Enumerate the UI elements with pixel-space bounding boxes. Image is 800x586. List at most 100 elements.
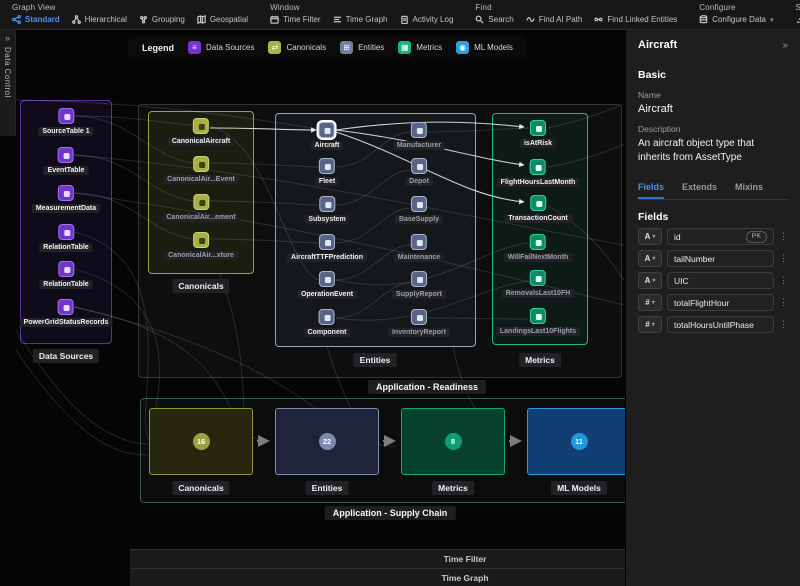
field-type-dropdown[interactable]: A ▾: [638, 228, 662, 245]
legend-item-metrics[interactable]: ▦ Metrics: [398, 41, 442, 54]
canonicals-group-label: Canonicals: [172, 279, 229, 293]
entities-icon: ⊞: [340, 41, 353, 54]
graph-node[interactable]: isAtRisk: [520, 120, 556, 148]
time-graph-button[interactable]: Time Graph: [333, 15, 388, 24]
description-value[interactable]: An aircraft object type that inherits fr…: [638, 137, 788, 164]
field-menu-icon[interactable]: ⋮: [779, 253, 788, 264]
field-name-input[interactable]: id PK: [667, 228, 774, 245]
graph-node[interactable]: WillFailNextMonth: [504, 234, 573, 262]
graph-node[interactable]: LandingsLast10Flights: [496, 308, 580, 336]
graph-node[interactable]: RelationTable: [39, 261, 92, 289]
field-name-input[interactable]: totalFlightHour: [667, 294, 774, 311]
chevron-down-icon: ▾: [652, 299, 655, 306]
toolbar-section-share: Share Export ▾: [792, 0, 800, 29]
entity-node-icon: [411, 158, 427, 174]
metrics-count-badge: 8: [445, 433, 462, 450]
search-button[interactable]: Search: [475, 15, 513, 24]
metric-node-icon: [530, 120, 546, 136]
metric-node-icon: [530, 195, 546, 211]
ml-models-icon: ◉: [456, 41, 469, 54]
field-menu-icon[interactable]: ⋮: [779, 275, 788, 286]
collapse-panel-icon[interactable]: »: [782, 40, 788, 51]
collapsed-ml-models-group[interactable]: 11: [527, 408, 631, 475]
canonicals-count-badge: 16: [193, 433, 210, 450]
standard-layout-icon: [12, 15, 21, 24]
field-menu-icon[interactable]: ⋮: [779, 319, 788, 330]
graph-node[interactable]: AircraftTTFPrediction: [287, 234, 367, 262]
graph-node[interactable]: Manufacturer: [393, 122, 445, 150]
grouping-layout-button[interactable]: Grouping: [139, 15, 185, 24]
graph-node[interactable]: SupplyReport: [392, 271, 446, 299]
graph-node[interactable]: CanonicalAircraft: [168, 118, 234, 146]
graph-node[interactable]: Maintenance: [394, 234, 444, 262]
geospatial-map-icon: [197, 15, 206, 24]
graph-node[interactable]: RemovalsLast10FH: [502, 270, 575, 298]
tab-extends[interactable]: Extends: [682, 178, 717, 199]
graph-node[interactable]: MeasurementData: [32, 185, 100, 213]
legend-item-ml-models[interactable]: ◉ ML Models: [456, 41, 513, 54]
graph-node[interactable]: SourceTable 1: [38, 108, 93, 136]
graph-view-app: Graph View Standard Hierarchical Groupin…: [0, 0, 800, 586]
data-control-tab[interactable]: » Data Control: [0, 30, 16, 136]
metric-node-icon: [530, 159, 546, 175]
data-source-node-icon: [58, 147, 74, 163]
field-menu-icon[interactable]: ⋮: [779, 231, 788, 242]
graph-node[interactable]: Component: [304, 309, 351, 337]
toolbar-section-window: Window Time Filter Time Graph Activity L…: [266, 0, 463, 29]
field-row: # ▾ totalHoursUntilPhase ⋮: [638, 316, 788, 333]
field-type-dropdown[interactable]: # ▾: [638, 294, 662, 311]
canonical-node-icon: [193, 194, 209, 210]
graph-node[interactable]: CanonicalAir...xture: [164, 232, 238, 260]
standard-layout-button[interactable]: Standard: [12, 15, 60, 24]
activity-log-button[interactable]: Activity Log: [400, 15, 454, 24]
graph-node[interactable]: PowerGridStatusRecords: [20, 299, 113, 327]
field-name-input[interactable]: tailNumber: [667, 250, 774, 267]
entity-node-icon: [319, 158, 335, 174]
linked-entities-icon: [594, 15, 603, 24]
field-type-dropdown[interactable]: A ▾: [638, 272, 662, 289]
tab-fields[interactable]: Fields: [638, 178, 664, 199]
find-ai-path-button[interactable]: Find AI Path: [526, 15, 583, 24]
geospatial-layout-button[interactable]: Geospatial: [197, 15, 248, 24]
graph-node[interactable]: Depot: [405, 158, 433, 186]
menu-title-find: Find: [475, 3, 677, 12]
graph-node[interactable]: Fleet: [315, 158, 339, 186]
canonicals-icon: ⇄: [268, 41, 281, 54]
graph-node[interactable]: BaseSupply: [395, 196, 443, 224]
field-type-dropdown[interactable]: # ▾: [638, 316, 662, 333]
field-type-dropdown[interactable]: A ▾: [638, 250, 662, 267]
legend-item-data-sources[interactable]: ≡ Data Sources: [188, 41, 254, 54]
graph-node[interactable]: CanonicalAir...Event: [163, 156, 239, 184]
graph-node[interactable]: InventoryReport: [388, 309, 450, 337]
legend-item-canonicals[interactable]: ⇄ Canonicals: [268, 41, 326, 54]
graph-node[interactable]: EventTable: [44, 147, 89, 175]
graph-node[interactable]: RelationTable: [39, 224, 92, 252]
export-button[interactable]: Export ▾: [796, 15, 800, 24]
entity-node-icon: [411, 234, 427, 250]
time-filter-button[interactable]: Time Filter: [270, 15, 320, 24]
graph-node-selected[interactable]: Aircraft: [311, 122, 344, 150]
legend-item-entities[interactable]: ⊞ Entities: [340, 41, 384, 54]
metrics-icon: ▦: [398, 41, 411, 54]
tab-mixins[interactable]: Mixins: [735, 178, 763, 199]
graph-node[interactable]: Subsystem: [304, 196, 349, 224]
field-name-input[interactable]: totalHoursUntilPhase: [667, 316, 774, 333]
collapsed-metrics-group[interactable]: 8: [401, 408, 505, 475]
data-sources-group-label: Data Sources: [33, 349, 99, 363]
collapsed-entities-group[interactable]: 22: [275, 408, 379, 475]
name-value[interactable]: Aircraft: [638, 103, 788, 115]
field-menu-icon[interactable]: ⋮: [779, 297, 788, 308]
configure-data-button[interactable]: Configure Data ▾: [699, 15, 773, 24]
hierarchical-layout-button[interactable]: Hierarchical: [72, 15, 127, 24]
entities-group-label: Entities: [354, 353, 397, 367]
graph-node[interactable]: OperationEvent: [297, 271, 357, 299]
inspector-panel: Aircraft » Basic Name Aircraft Descripti…: [625, 30, 800, 586]
collapsed-canonicals-group[interactable]: 16: [149, 408, 253, 475]
find-linked-entities-button[interactable]: Find Linked Entities: [594, 15, 677, 24]
entity-node-icon: [411, 196, 427, 212]
metric-node-icon: [530, 234, 546, 250]
field-name-input[interactable]: UIC: [667, 272, 774, 289]
graph-node[interactable]: CanonicalAir...ement: [162, 194, 239, 222]
graph-node[interactable]: TransactionCount: [504, 195, 572, 223]
graph-node[interactable]: FlightHoursLastMonth: [497, 159, 580, 187]
